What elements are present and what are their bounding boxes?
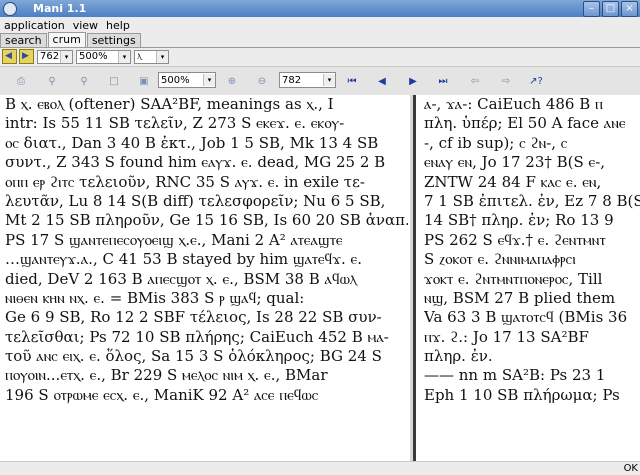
title-bar: Mani 1.1 – □ × bbox=[0, 0, 640, 17]
zoom-select-value: 500% bbox=[79, 51, 108, 62]
menu-bar: application view help bbox=[0, 17, 640, 33]
previous-page-icon[interactable]: ◀ bbox=[374, 73, 390, 89]
toolbar-zoom-select[interactable]: 500% ▾ bbox=[158, 72, 216, 88]
history-back-icon[interactable]: ⇦ bbox=[467, 73, 483, 89]
tab-settings[interactable]: settings bbox=[86, 33, 141, 47]
menu-help[interactable]: help bbox=[102, 19, 134, 32]
text-line: died, DeV 2 163 B ⲁⲡⲉⲥϣⲟⲧ ⲭ. ⲉ., BSM 38 … bbox=[5, 269, 357, 288]
letter-dropdown-icon[interactable]: ▾ bbox=[156, 50, 168, 63]
text-line: ⲡⲟⲩⲟⲓⲛ...ⲉⲧⲭ. ⲉ., Br 229 S ⲙⲉⲗⲟⲥ ⲛⲓⲙ ⲭ. … bbox=[5, 366, 328, 385]
text-line: intr: Is 55 11 SB τελεῖν, Z 273 S ⲉⲕⲉϫ. … bbox=[5, 114, 345, 133]
text-line: πληρ. ἐν. bbox=[424, 347, 493, 366]
text-line: ⲉⲛⲁⲩ ⲉⲛ, Jo 17 23† B(S ⲉ-, bbox=[424, 153, 606, 172]
text-line: τελεῖσθαι; Ps 72 10 SB πλήρης; CaiEuch 4… bbox=[5, 327, 389, 346]
text-line: ⲛϣ, BSM 27 B plied them bbox=[424, 288, 616, 307]
toolbar-zoom-dropdown-icon[interactable]: ▾ bbox=[203, 74, 215, 86]
toolbar-page-select[interactable]: 782 ▾ bbox=[279, 72, 336, 88]
forward-arrow-icon[interactable]: ▶ bbox=[19, 49, 34, 64]
text-line: τοῦ ⲁⲛⲥ ⲉⲓⲭ. ⲉ. ὅλος, Sa 15 3 S ὁλόκληρο… bbox=[5, 347, 382, 366]
whats-this-help-icon[interactable]: ↗? bbox=[528, 73, 544, 89]
toolbar: ⎙ ⚲ ⚲ □ ▣ 500% ▾ ⊕ ⊖ 782 ▾ ⏮ ◀ ▶ ⏭ ⇦ ⇨ ↗… bbox=[0, 66, 640, 96]
text-line: ⲁ-, ϫⲁ-: CaiEuch 486 B ⲡ bbox=[424, 95, 603, 113]
minimize-icon[interactable]: – bbox=[583, 1, 600, 17]
fit-page-icon[interactable]: □ bbox=[106, 73, 122, 89]
status-bar: OK bbox=[0, 461, 640, 475]
fit-width-icon[interactable]: ▣ bbox=[136, 73, 152, 89]
zoom-select[interactable]: 500% ▾ bbox=[76, 49, 131, 64]
text-line: …ϣⲁⲛⲧⲉⲩϫ.ⲁ., C 41 53 B stayed by him ϣⲁⲧ… bbox=[5, 250, 362, 269]
text-line: ⲟⲡⲡ ⲉⲣ ϩⲓⲧⲥ τελειοῦν, RNC 35 S ⲁⲩϫ. ⲉ. i… bbox=[5, 172, 365, 191]
window-title: Mani 1.1 bbox=[33, 2, 87, 15]
text-line: 7 1 SB ἐπιτελ. ἐν, Ez 7 8 B(S bbox=[424, 191, 640, 210]
text-line: Eph 1 10 SB πλήρωμα; Ps bbox=[424, 385, 620, 404]
tab-bar: search crum settings bbox=[0, 32, 640, 48]
text-line: 196 S ⲟⲧⲣⲱⲙⲉ ⲉⲥⲭ. ⲉ., ManiK 92 A² ⲁⲥⲉ ⲡⲉ… bbox=[5, 385, 319, 404]
text-line: 14 SB† πληρ. ἐν; Ro 13 9 bbox=[424, 211, 614, 230]
app-icon[interactable] bbox=[3, 1, 17, 16]
text-line: S ⲍⲟⲕⲟⲧ ⲉ. ϩⲛⲛⲓⲙⲁⲡⲁⲫⲣⲥⲓ bbox=[424, 250, 576, 269]
dictionary-page-view[interactable]: B ⲭ. ⲉⲃⲟⲗ (oftener) SAA²BF, meanings as … bbox=[0, 95, 640, 461]
toolbar-page-dropdown-icon[interactable]: ▾ bbox=[323, 74, 335, 86]
right-text-column: ⲁ-, ϫⲁ-: CaiEuch 486 B ⲡ πλη. ὑπέρ; El 50… bbox=[424, 95, 640, 461]
last-page-icon[interactable]: ⏭ bbox=[435, 73, 451, 89]
close-icon[interactable]: × bbox=[621, 1, 638, 17]
zoom-in-icon[interactable]: ⊕ bbox=[224, 73, 240, 89]
text-line: Mt 2 15 SB πληροῦν, Ge 15 16 SB, Is 60 2… bbox=[5, 211, 408, 230]
first-page-icon[interactable]: ⏮ bbox=[344, 73, 360, 89]
back-arrow-icon[interactable]: ◀ bbox=[2, 49, 17, 64]
page-number-field[interactable]: 762 ▾ bbox=[37, 49, 73, 64]
toolbar-page-value: 782 bbox=[282, 74, 302, 86]
text-line: ⲟⲥ διατ., Dan 3 40 B ἐκτ., Job 1 5 SB, M… bbox=[5, 133, 379, 152]
text-line: ZNTW 24 84 F ⲕⲁⲥ ⲉ. ⲉⲛ, bbox=[424, 172, 602, 191]
text-line: ⲡϫ. ϩ.: Jo 17 13 SA²BF bbox=[424, 327, 589, 346]
text-line: PS 262 S ⲉϥϫ.† ⲉ. ϩⲉⲛⲧⲙⲛⲧ bbox=[424, 230, 606, 249]
text-line: πλη. ὑπέρ; El 50 A face ⲁⲛⲉ bbox=[424, 114, 626, 133]
text-line: Va 63 3 B ϣⲁⲧⲟⲧⲥϥ (BMis 36 bbox=[424, 308, 628, 327]
print-icon[interactable]: ⎙ bbox=[13, 73, 29, 89]
text-line: ⲛⲓⲑⲉⲛ ⲕⲏⲛ ⲛⲭ. ⲉ. = BMis 383 S ⲣ ϣⲁϥ; qua… bbox=[5, 288, 305, 307]
left-text-column: B ⲭ. ⲉⲃⲟⲗ (oftener) SAA²BF, meanings as … bbox=[5, 95, 408, 461]
navigation-row: ◀ ▶ 762 ▾ 500% ▾ ⲗ ▾ bbox=[0, 48, 640, 65]
text-line: Ge 6 9 SB, Ro 12 2 SBF τέλειος, Is 28 22… bbox=[5, 308, 382, 327]
menu-view[interactable]: view bbox=[69, 19, 102, 32]
menu-application[interactable]: application bbox=[0, 19, 69, 32]
text-line: ϫⲟⲕⲧ ⲉ. ϩⲛⲧⲙⲛⲧⲡⲟⲛⲉⲣⲟⲥ, Till bbox=[424, 269, 603, 288]
zoom-dropdown-icon[interactable]: ▾ bbox=[118, 50, 130, 63]
text-line: PS 17 S ϣⲁⲛⲧⲉⲡⲉⲥⲟⲩⲟⲉⲓϣ ⲭ.ⲉ., Mani 2 A² ⲁ… bbox=[5, 230, 343, 249]
letter-select-value: ⲗ bbox=[137, 51, 142, 62]
maximize-icon[interactable]: □ bbox=[602, 1, 619, 17]
text-line: -, cf ib sup); ⲥ ϩⲛ-, ⲥ bbox=[424, 133, 568, 152]
tab-crum[interactable]: crum bbox=[47, 32, 86, 47]
zoom-out-icon[interactable]: ⊖ bbox=[254, 73, 270, 89]
text-line: λευτᾶν, Lu 8 14 S(B diff) τελεσφορεῖν; N… bbox=[5, 191, 386, 210]
find-icon[interactable]: ⚲ bbox=[76, 73, 92, 89]
next-page-icon[interactable]: ▶ bbox=[405, 73, 421, 89]
text-line: —— nn m SA²B: Ps 23 1 bbox=[424, 366, 606, 385]
page-number-value: 762 bbox=[40, 51, 60, 62]
window-controls: – □ × bbox=[583, 1, 638, 17]
letter-select[interactable]: ⲗ ▾ bbox=[134, 49, 169, 64]
text-line: B ⲭ. ⲉⲃⲟⲗ (oftener) SAA²BF, meanings as … bbox=[5, 95, 334, 113]
page-number-spinner-icon[interactable]: ▾ bbox=[60, 50, 72, 63]
zoom-search-icon[interactable]: ⚲ bbox=[44, 73, 60, 89]
page-gutter bbox=[413, 95, 416, 461]
toolbar-zoom-value: 500% bbox=[161, 74, 190, 86]
text-line: συντ., Z 343 S found him ⲉⲁⲩϫ. ⲉ. dead, … bbox=[5, 153, 386, 172]
status-text: OK bbox=[623, 463, 638, 474]
tab-search[interactable]: search bbox=[0, 33, 47, 47]
history-forward-icon[interactable]: ⇨ bbox=[498, 73, 514, 89]
